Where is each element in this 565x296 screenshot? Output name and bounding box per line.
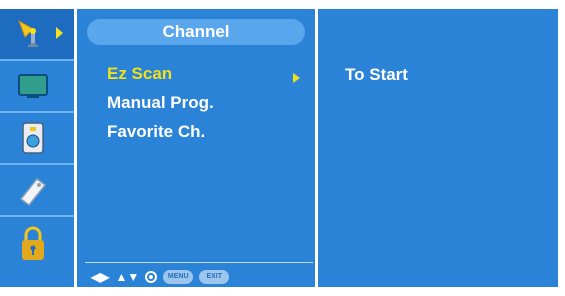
menu-item-ez-scan[interactable]: Ez Scan	[107, 64, 172, 84]
timer-icon	[22, 122, 44, 154]
submenu-arrow-icon	[293, 73, 300, 83]
exit-button-icon: EXIT	[199, 270, 230, 284]
menu-item-manual-prog[interactable]: Manual Prog.	[107, 93, 214, 113]
navigation-hints: ◀▶ ▲▼ MENU EXIT	[91, 268, 230, 286]
up-down-icon: ▲▼	[115, 270, 140, 284]
antenna-icon	[18, 19, 39, 47]
category-sidebar	[0, 9, 74, 287]
option-tag-icon	[19, 177, 47, 207]
selected-arrow-icon	[56, 27, 63, 39]
left-right-icon: ◀▶	[91, 270, 110, 284]
picture-icon	[18, 74, 48, 98]
footer-divider	[85, 262, 313, 263]
sidebar-item-channel[interactable]	[0, 9, 74, 61]
sidebar-item-lock[interactable]	[0, 217, 74, 267]
menu-item-favorite-ch[interactable]: Favorite Ch.	[107, 122, 205, 142]
lock-icon	[22, 226, 44, 260]
sidebar-item-option[interactable]	[0, 165, 74, 217]
menu-title: Channel	[87, 19, 305, 45]
submenu-to-start[interactable]: To Start	[345, 65, 408, 85]
ok-button-icon	[145, 271, 158, 283]
sidebar-item-picture[interactable]	[0, 61, 74, 113]
menu-button-icon: MENU	[163, 270, 194, 284]
sidebar-item-time[interactable]	[0, 113, 74, 165]
channel-menu: Channel Ez Scan Manual Prog. Favorite Ch…	[77, 9, 315, 287]
submenu-panel: To Start	[318, 9, 558, 287]
